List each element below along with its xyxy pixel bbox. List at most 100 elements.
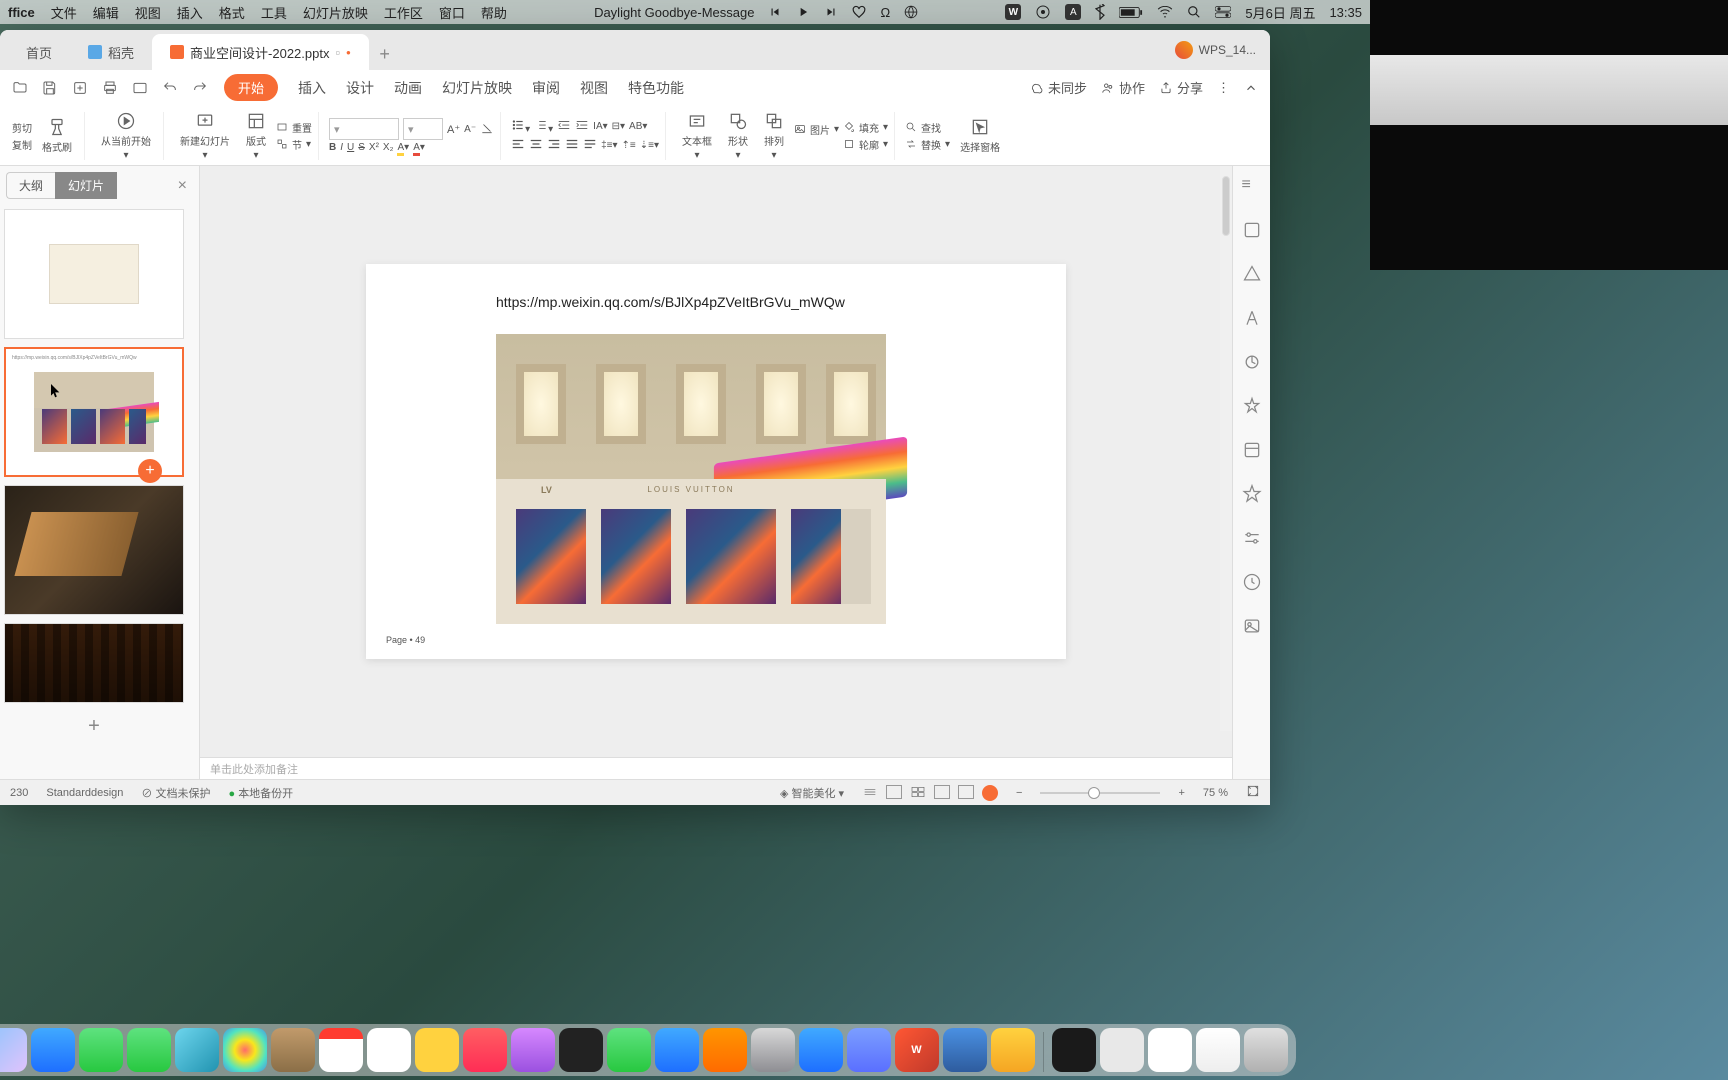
dock-numbers-icon[interactable] (607, 1028, 651, 1072)
dock-messages-icon[interactable] (127, 1028, 171, 1072)
w-icon[interactable]: W (1005, 4, 1021, 20)
dock-reminders-icon[interactable] (367, 1028, 411, 1072)
open-icon[interactable] (12, 80, 28, 96)
dock-safari-icon[interactable] (31, 1028, 75, 1072)
template-pane-icon[interactable] (1242, 440, 1262, 460)
shape-button[interactable]: 形状▾ (722, 109, 754, 163)
preview-icon[interactable] (132, 80, 148, 96)
dock-music-icon[interactable] (463, 1028, 507, 1072)
ribbon-tab-review[interactable]: 审阅 (532, 78, 560, 98)
slide-thumb-active[interactable]: https://mp.weixin.qq.com/s/BJlXp4pZVeItB… (4, 347, 184, 477)
smart-beautify[interactable]: ◈ 智能美化 ▾ (780, 785, 844, 801)
ribbon-tab-start[interactable]: 开始 (224, 74, 278, 101)
record-icon[interactable] (1035, 4, 1051, 20)
distribute-button[interactable] (583, 137, 597, 154)
dock-tv-icon[interactable] (559, 1028, 603, 1072)
dock-meeting-icon[interactable] (943, 1028, 987, 1072)
spotlight-icon[interactable] (1187, 5, 1201, 19)
vertical-scrollbar[interactable] (1220, 166, 1232, 731)
protection-status[interactable]: ⊘ 文档未保护 (141, 785, 210, 801)
align-center-button[interactable] (529, 137, 543, 154)
line-spacing-button[interactable]: ‡≡▾ (601, 140, 617, 151)
ribbon-tab-animation[interactable]: 动画 (394, 78, 422, 98)
zoom-in-button[interactable]: + (1178, 787, 1184, 799)
slide-canvas-viewport[interactable]: https://mp.weixin.qq.com/s/BJlXp4pZVeItB… (200, 166, 1232, 757)
strikethrough-button[interactable]: S (358, 142, 365, 153)
dock-notes-icon[interactable] (271, 1028, 315, 1072)
effect-pane-icon[interactable] (1242, 396, 1262, 416)
subscript-button[interactable]: X₂ (383, 142, 394, 153)
play-from-current-button[interactable]: 从当前开始 ▾ (95, 109, 157, 163)
underline-button[interactable]: U (347, 142, 354, 153)
dock-app2-icon[interactable] (847, 1028, 891, 1072)
normal-view-icon[interactable] (862, 785, 878, 799)
collaborate-button[interactable]: 协作 (1101, 78, 1145, 97)
menu-view[interactable]: 视图 (135, 3, 161, 22)
font-family-select[interactable]: ▾ (329, 118, 399, 140)
slide-count[interactable]: 230 (10, 787, 28, 799)
settings-pane-icon[interactable] (1242, 528, 1262, 548)
add-new-slide-button[interactable]: + (4, 711, 184, 741)
cut-button[interactable]: 剪切 (12, 120, 32, 135)
replace-button[interactable]: 替换▾ (905, 137, 950, 152)
outline-tab[interactable]: 大纲 (6, 172, 55, 199)
dock-terminal-icon[interactable] (1052, 1028, 1096, 1072)
more-icon[interactable]: ⋮ (1217, 80, 1230, 96)
globe-icon[interactable] (904, 5, 918, 19)
tab-active-document[interactable]: 商业空间设计-2022.pptx ▫ • (152, 34, 369, 70)
copy-button[interactable]: 复制 (12, 137, 32, 152)
clear-format-button[interactable] (480, 121, 494, 138)
menu-window[interactable]: 窗口 (439, 3, 465, 22)
reset-button[interactable]: 重置 (276, 120, 312, 135)
convert-text-button[interactable]: AB▾ (629, 121, 647, 132)
highlight-button[interactable]: A▾ (397, 142, 409, 153)
backup-status[interactable]: ● 本地备份开 (228, 785, 293, 801)
dock-qqmusic-icon[interactable] (991, 1028, 1035, 1072)
sorter-view-icon[interactable] (886, 785, 902, 799)
panel-close-icon[interactable]: × (172, 177, 193, 195)
increase-font-button[interactable]: A⁺ (447, 123, 460, 136)
redo-icon[interactable] (192, 80, 208, 96)
align-justify-button[interactable] (565, 137, 579, 154)
slide-url-text[interactable]: https://mp.weixin.qq.com/s/BJlXp4pZVeItB… (496, 294, 1036, 310)
dock-launchpad-icon[interactable] (0, 1028, 27, 1072)
fit-window-icon[interactable] (1246, 784, 1260, 801)
dock-calendar-icon[interactable]: 6 (319, 1028, 363, 1072)
undo-icon[interactable] (162, 80, 178, 96)
template-name[interactable]: Standarddesign (46, 787, 123, 799)
slide-thumb-next1[interactable] (4, 485, 184, 615)
dock-facetime-icon[interactable] (79, 1028, 123, 1072)
numbering-button[interactable]: ▾ (534, 118, 553, 135)
menu-file[interactable]: 文件 (51, 3, 77, 22)
media-prev-icon[interactable] (768, 5, 782, 19)
decrease-font-button[interactable]: A⁻ (464, 124, 476, 135)
menu-tools[interactable]: 工具 (261, 3, 287, 22)
fill-button[interactable]: 填充▾ (843, 120, 888, 135)
share-button[interactable]: 分享 (1159, 78, 1203, 97)
font-size-select[interactable]: ▾ (403, 118, 443, 140)
spacing-after-button[interactable]: ⇣≡▾ (640, 140, 659, 151)
now-playing[interactable]: Daylight Goodbye-Message (594, 5, 754, 20)
user-account[interactable]: WPS_14... (1175, 41, 1256, 59)
notes-placeholder[interactable]: 单击此处添加备注 (200, 757, 1232, 779)
shape-pane-icon[interactable] (1242, 264, 1262, 284)
align-right-button[interactable] (547, 137, 561, 154)
dock-photos-icon[interactable] (223, 1028, 267, 1072)
indent-decrease-button[interactable] (557, 118, 571, 135)
dock-stickies-icon[interactable] (415, 1028, 459, 1072)
menu-format[interactable]: 格式 (219, 3, 245, 22)
zoom-out-button[interactable]: − (1016, 787, 1022, 799)
dock-finder2-icon[interactable] (1100, 1028, 1144, 1072)
object-pane-icon[interactable] (1242, 220, 1262, 240)
bluetooth-icon[interactable] (1095, 4, 1105, 20)
dock-finder3-icon[interactable] (1148, 1028, 1192, 1072)
menu-insert[interactable]: 插入 (177, 3, 203, 22)
tab-docer[interactable]: 稻壳 (70, 34, 152, 70)
text-direction-button[interactable]: IA▾ (593, 121, 607, 132)
image-pane-icon[interactable] (1242, 616, 1262, 636)
layout-button[interactable]: 版式 ▾ (240, 109, 272, 163)
battery-icon[interactable] (1119, 6, 1143, 19)
new-tab-button[interactable]: + (369, 38, 401, 70)
comment-view-icon[interactable] (958, 785, 974, 799)
add-slide-fab[interactable]: + (138, 459, 162, 483)
